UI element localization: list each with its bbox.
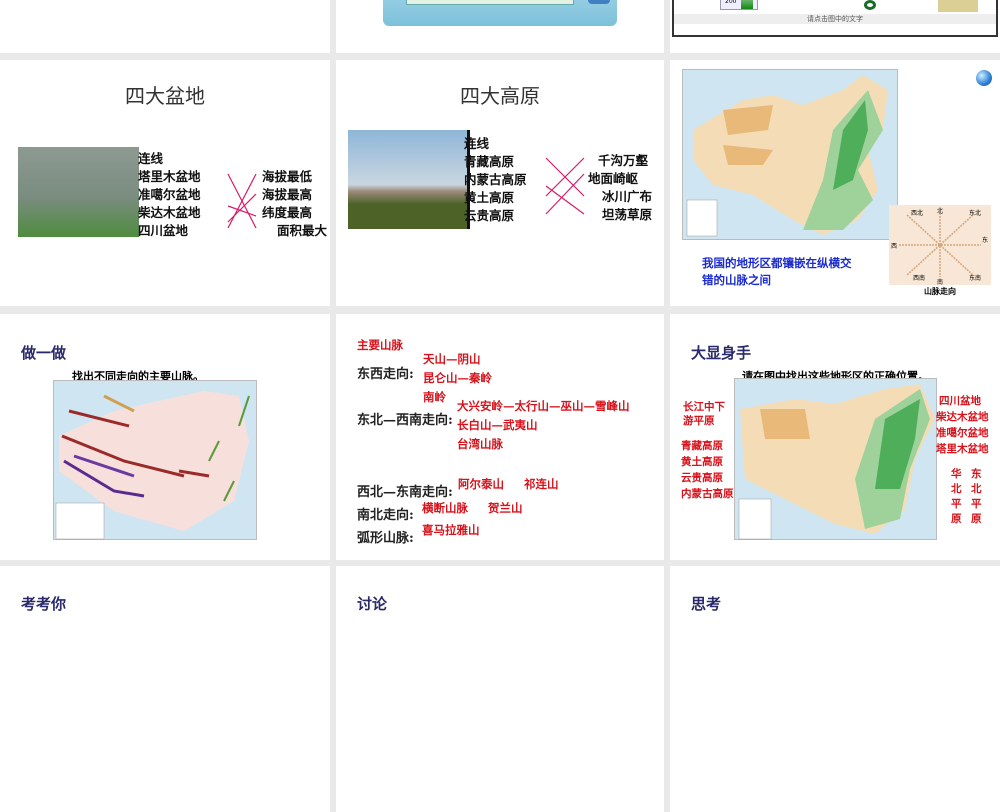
terrain-label: 准噶尔盆地: [936, 427, 989, 439]
slide-discussion[interactable]: 讨论: [336, 566, 664, 812]
direction-label: 西: [891, 243, 898, 250]
terrain-label: 东北平原: [971, 468, 982, 525]
connect-label: 连线: [464, 136, 490, 151]
mountain-item: 祁连山: [524, 477, 559, 491]
right-item: 冰川广布: [602, 189, 653, 204]
slide-show-skill[interactable]: 大显身手 请在图中找出这些地形区的正确位置。 长江中下游平原 青藏高原 黄土高原…: [670, 314, 1000, 560]
slide-heading: 大显身手: [691, 344, 752, 362]
terrain-label: 黄土高原: [681, 456, 723, 468]
china-terrain-map: [682, 69, 898, 240]
slide-do-it[interactable]: 做一做 找出不同走向的主要山脉。: [0, 314, 330, 560]
slide-quiz[interactable]: 考考你: [0, 566, 330, 812]
direction-label: 东南: [969, 275, 982, 282]
left-item: 准噶尔盆地: [138, 187, 201, 202]
mountain-map: [53, 380, 257, 540]
mountain-direction-diagram: 西北 北 东北 西 东 西南 南 东南: [889, 205, 991, 286]
terrain-label: 内蒙古高原: [681, 488, 734, 500]
slide-thumbnail[interactable]: [0, 0, 330, 53]
globe-icon[interactable]: [976, 70, 992, 86]
mountain-item: 长白山—武夷山: [457, 418, 538, 432]
direction-label: 弧形山脉:: [357, 531, 414, 546]
inset-label: 山脉走向: [924, 287, 956, 296]
direction-label: 东北—西南走向:: [357, 413, 453, 428]
map-caption: 我国的地形区都镶嵌在纵横交错的山脉之间: [702, 256, 852, 287]
left-item: 黄土高原: [464, 190, 515, 205]
basin-photo: [18, 147, 139, 237]
map-strip: [406, 0, 574, 5]
left-item: 云贵高原: [464, 208, 515, 223]
mountain-item: 昆仑山—秦岭: [423, 371, 492, 385]
terrain-label: 华北平原: [951, 468, 962, 525]
connect-label: 连线: [138, 151, 164, 166]
mountain-item: 阿尔泰山: [458, 477, 504, 491]
slide-mountains[interactable]: 主要山脉 东西走向: 天山—阴山 昆仑山—秦岭 南岭 东北—西南走向: 大兴安岭…: [336, 314, 664, 560]
map-shape: [864, 0, 876, 10]
control-button[interactable]: [588, 0, 610, 4]
slide-thumbnail[interactable]: 300200 请点击图中的文字: [670, 0, 1000, 53]
mountain-item: 大兴安岭—太行山—巫山—雪峰山: [457, 399, 630, 413]
interactive-frame: 300200 请点击图中的文字: [672, 0, 998, 37]
direction-label: 东北: [969, 210, 982, 217]
mountain-item: 贺兰山: [488, 501, 523, 515]
right-item: 海拔最低: [262, 169, 313, 184]
plateau-photo: [348, 130, 469, 229]
slide-title: 四大盆地: [125, 84, 205, 108]
slide-plateaus[interactable]: 四大高原 连线 青藏高原 内蒙古高原 黄土高原 云贵高原 千沟万壑 地面崎岖 冰…: [336, 60, 664, 306]
slide-heading: 主要山脉: [357, 338, 403, 352]
mountain-lines: [55, 391, 250, 540]
left-item: 内蒙古高原: [464, 172, 527, 187]
thumbnail-image: [938, 0, 978, 12]
terrain-shape: [738, 384, 935, 540]
direction-label: 西北—东南走向:: [357, 485, 453, 500]
right-item: 千沟万壑: [598, 153, 649, 168]
right-item: 海拔最高: [262, 187, 313, 202]
terrain-shape: [686, 75, 888, 237]
left-item: 柴达木盆地: [138, 205, 201, 220]
direction-label: 西北: [911, 210, 924, 217]
right-item: 面积最大: [277, 223, 328, 238]
right-item: 纬度最高: [262, 205, 313, 220]
slide-terrain-map[interactable]: 我国的地形区都镶嵌在纵横交错的山脉之间 西北 北 东北 西 东 西南 南 东南 …: [670, 60, 1000, 306]
left-item: 四川盆地: [138, 223, 189, 238]
direction-label: 西南: [913, 275, 926, 282]
connection-lines: [227, 173, 257, 229]
china-terrain-map: [734, 378, 937, 540]
slide-title: 四大高原: [460, 84, 540, 108]
mountain-item: 台湾山脉: [457, 437, 503, 451]
slide-heading: 做一做: [21, 344, 67, 362]
legend-box: 300200: [720, 0, 758, 10]
right-item: 坦荡草原: [602, 207, 653, 222]
direction-label: 东西走向:: [357, 367, 414, 382]
direction-label: 南北走向:: [357, 508, 414, 523]
legend-swatch: [741, 0, 753, 9]
mountain-item: 喜马拉雅山: [422, 523, 480, 537]
mountain-item: 天山—阴山: [423, 352, 481, 366]
direction-label: 北: [937, 208, 944, 215]
slide-thumbnail[interactable]: [336, 0, 664, 53]
terrain-label: 塔里木盆地: [936, 443, 989, 455]
terrain-label: 长江中下游平原: [683, 401, 725, 427]
terrain-label: 柴达木盆地: [936, 411, 989, 423]
terrain-label: 青藏高原: [681, 440, 723, 452]
left-item: 青藏高原: [464, 154, 515, 169]
legend-values: 300200: [725, 0, 736, 5]
left-item: 塔里木盆地: [138, 169, 201, 184]
slide-heading: 考考你: [21, 595, 67, 613]
direction-label: 南: [937, 279, 944, 286]
terrain-label: 云贵高原: [681, 472, 723, 484]
slide-heading: 讨论: [357, 595, 388, 613]
connection-lines: [545, 157, 585, 215]
caption: 请点击图中的文字: [674, 14, 996, 24]
slide-thinking[interactable]: 思考: [670, 566, 1000, 812]
terrain-label: 四川盆地: [939, 395, 981, 407]
right-item: 地面崎岖: [588, 171, 639, 186]
slide-basins[interactable]: 四大盆地 连线 塔里木盆地 准噶尔盆地 柴达木盆地 四川盆地 海拔最低 海拔最高…: [0, 60, 330, 306]
direction-label: 东: [982, 237, 989, 244]
mountain-item: 横断山脉: [422, 501, 468, 515]
slide-heading: 思考: [691, 595, 722, 613]
legend-value: 200: [725, 0, 737, 5]
